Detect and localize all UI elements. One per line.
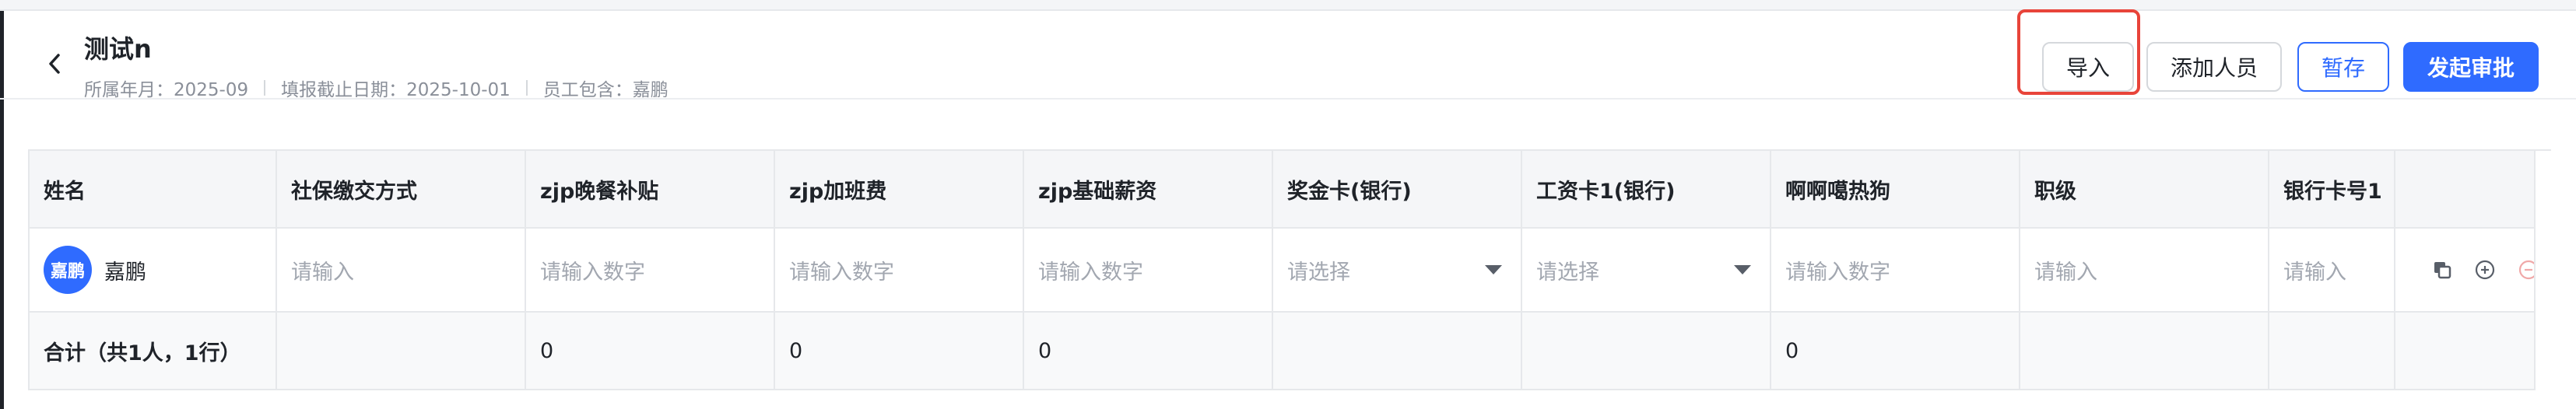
page-header: 测试n 所属年月：2025-09 填报截止日期：2025-10-01 员工包含：… xyxy=(0,11,2576,100)
plus-circle-icon[interactable] xyxy=(2475,260,2495,280)
total-cell: 0 xyxy=(526,313,775,390)
copy-icon[interactable] xyxy=(2433,260,2451,279)
rank-input[interactable]: 请输入 xyxy=(2020,229,2269,313)
table-row: 嘉鹏 嘉鹏 请输入 请输入数字 请输入数字 请输入数字 请选择 请选择 请输入数… xyxy=(30,229,2551,313)
dinner-allowance-input[interactable]: 请输入数字 xyxy=(526,229,775,313)
bonus-card-select-value: 请选择 xyxy=(1287,260,1350,285)
total-cell xyxy=(277,313,526,390)
column-header: zjp基础薪资 xyxy=(1024,151,1273,229)
social-security-input[interactable]: 请输入 xyxy=(277,229,526,313)
chevron-left-icon xyxy=(49,54,60,74)
overtime-pay-input[interactable]: 请输入数字 xyxy=(775,229,1024,313)
column-header: 工资卡1(银行) xyxy=(1522,151,1771,229)
meta-employees: 员工包含：嘉鹏 xyxy=(542,80,669,100)
salary-table: 姓名 社保缴交方式 zjp晚餐补贴 zjp加班费 zjp基础薪资 奖金卡(银行)… xyxy=(28,149,2551,390)
salary-card-select[interactable]: 请选择 xyxy=(1522,229,1771,313)
column-header: 社保缴交方式 xyxy=(277,151,526,229)
row-actions xyxy=(2395,229,2536,313)
custom-number-input[interactable]: 请输入数字 xyxy=(1771,229,2020,313)
total-cell xyxy=(2269,313,2395,390)
top-divider xyxy=(0,0,2576,11)
column-header: 姓名 xyxy=(30,151,277,229)
base-salary-input[interactable]: 请输入数字 xyxy=(1024,229,1273,313)
back-button[interactable] xyxy=(40,47,68,81)
action-column-header xyxy=(2395,151,2536,229)
minus-circle-icon[interactable] xyxy=(2518,260,2536,280)
page-title: 测试n xyxy=(84,34,152,64)
total-label: 合计（共1人，1行） xyxy=(30,313,277,390)
total-cell xyxy=(2020,313,2269,390)
column-header: 职级 xyxy=(2020,151,2269,229)
table-header-row: 姓名 社保缴交方式 zjp晚餐补贴 zjp加班费 zjp基础薪资 奖金卡(银行)… xyxy=(30,151,2551,229)
import-highlight-frame xyxy=(2017,9,2140,95)
column-header: 银行卡号1 xyxy=(2269,151,2395,229)
employee-name: 嘉鹏 xyxy=(104,260,146,285)
avatar: 嘉鹏 xyxy=(44,246,92,294)
meta-divider xyxy=(525,80,528,96)
bank-card-input[interactable]: 请输入 xyxy=(2269,229,2395,313)
employee-cell: 嘉鹏 嘉鹏 xyxy=(30,229,277,313)
add-person-button[interactable]: 添加人员 xyxy=(2146,42,2282,92)
row-action-icons xyxy=(2409,260,2536,280)
column-header: 啊啊噶热狗 xyxy=(1771,151,2020,229)
total-cell xyxy=(1273,313,1522,390)
column-header: zjp加班费 xyxy=(775,151,1024,229)
column-header: zjp晚餐补贴 xyxy=(526,151,775,229)
submit-approval-button[interactable]: 发起审批 xyxy=(2403,42,2539,92)
total-action-cell xyxy=(2395,313,2536,390)
meta-month: 所属年月：2025-09 xyxy=(84,80,249,100)
page-meta: 所属年月：2025-09 填报截止日期：2025-10-01 员工包含：嘉鹏 xyxy=(84,75,669,101)
total-cell: 0 xyxy=(1024,313,1273,390)
meta-deadline: 填报截止日期：2025-10-01 xyxy=(281,80,511,100)
total-cell: 0 xyxy=(1771,313,2020,390)
total-row: 合计（共1人，1行） 0 0 0 0 xyxy=(30,313,2551,390)
bonus-card-select[interactable]: 请选择 xyxy=(1273,229,1522,313)
save-draft-button[interactable]: 暂存 xyxy=(2297,42,2389,92)
caret-down-icon xyxy=(1485,265,1502,274)
total-cell xyxy=(1522,313,1771,390)
salary-card-select-value: 请选择 xyxy=(1536,260,1599,285)
caret-down-icon xyxy=(1734,265,1751,274)
column-header: 奖金卡(银行) xyxy=(1273,151,1522,229)
total-cell: 0 xyxy=(775,313,1024,390)
meta-divider xyxy=(264,80,266,96)
